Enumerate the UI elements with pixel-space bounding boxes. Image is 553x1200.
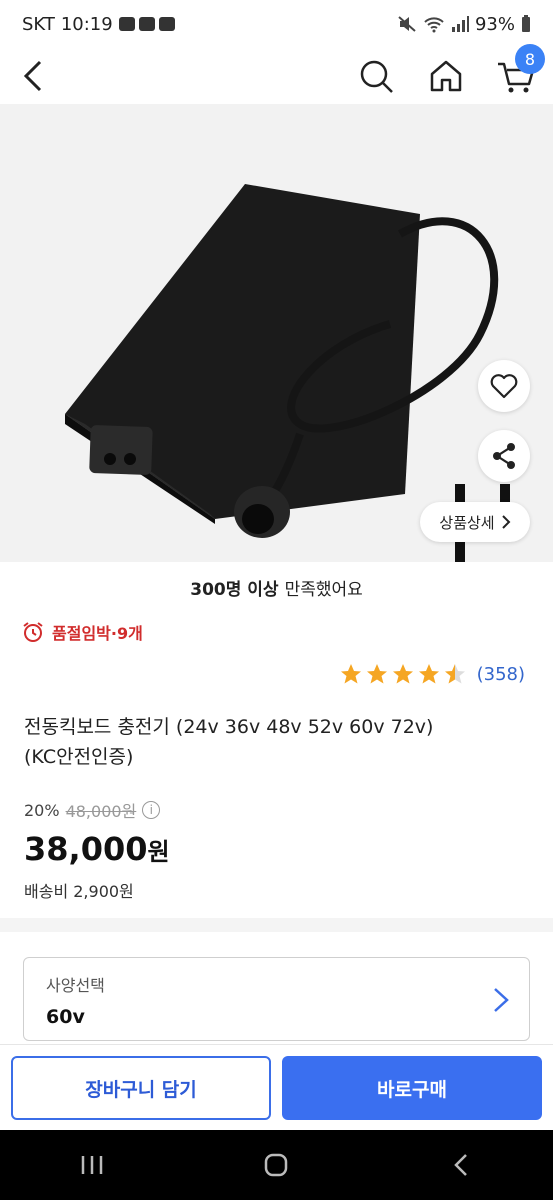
recent-apps-icon xyxy=(81,1156,103,1174)
sale-price-unit: 원 xyxy=(147,838,170,866)
add-to-cart-button[interactable]: 장바구니 담기 xyxy=(11,1056,271,1120)
product-title: 전동킥보드 충전기 (24v 36v 48v 52v 60v 72v) (KC안… xyxy=(24,712,524,772)
product-detail-button[interactable]: 상품상세 xyxy=(420,502,530,542)
status-left: SKT 10:19 xyxy=(22,14,175,35)
home-nav-button[interactable] xyxy=(256,1145,296,1185)
signal-icon xyxy=(451,16,469,32)
home-circle-icon xyxy=(265,1153,288,1177)
star-rating xyxy=(339,662,467,686)
recent-apps-button[interactable] xyxy=(72,1145,112,1185)
product-title-line2: (KC안전인증) xyxy=(24,746,134,768)
battery-percent: 93% xyxy=(474,13,515,35)
back-arrow-icon[interactable] xyxy=(18,56,50,96)
clock: 10:19 xyxy=(60,13,113,35)
satisfaction-count: 300명 이상 xyxy=(190,579,279,600)
carrier-label: SKT xyxy=(22,13,55,35)
buy-now-button[interactable]: 바로구매 xyxy=(282,1056,542,1120)
gallery-notification-icon xyxy=(118,17,135,31)
status-right: 93% xyxy=(397,14,531,35)
review-count-link[interactable]: (358) xyxy=(477,664,525,685)
half-star-icon xyxy=(444,664,465,684)
back-nav-button[interactable] xyxy=(441,1145,481,1185)
home-icon[interactable] xyxy=(426,56,466,96)
search-icon[interactable] xyxy=(356,56,396,96)
section-divider xyxy=(0,918,553,932)
status-bar: SKT 10:19 93% xyxy=(0,0,553,48)
star-icon xyxy=(340,664,361,684)
discount-row: 20% 48,000원 i xyxy=(24,798,170,822)
cart-count-badge: 8 xyxy=(515,44,545,74)
info-icon[interactable]: i xyxy=(142,801,161,819)
stock-alert: 품절임박·9개 xyxy=(22,620,143,644)
top-nav xyxy=(0,48,553,104)
talk-notification-icon xyxy=(138,17,155,31)
talk-notification-icon-2 xyxy=(158,17,175,31)
discount-rate: 20% xyxy=(24,800,60,820)
chevron-right-icon xyxy=(494,988,509,1012)
wifi-icon xyxy=(424,17,444,33)
product-image[interactable]: 상품상세 xyxy=(0,104,553,562)
star-icon xyxy=(418,664,439,684)
price-block: 20% 48,000원 i 38,000원 배송비 2,900원 xyxy=(24,798,170,902)
heart-icon xyxy=(490,374,518,399)
rating[interactable]: (358) xyxy=(339,662,525,686)
share-button[interactable] xyxy=(478,430,530,482)
notification-icons xyxy=(118,17,175,31)
option-label: 사양선택 xyxy=(46,976,105,995)
option-select[interactable]: 사양선택 60v xyxy=(23,957,530,1041)
bottom-action-bar: 장바구니 담기 바로구매 xyxy=(0,1044,553,1130)
star-icon xyxy=(392,664,413,684)
product-title-line1: 전동킥보드 충전기 (24v 36v 48v 52v 60v 72v) xyxy=(24,716,434,738)
sale-price-value: 38,000 xyxy=(24,830,148,868)
original-price: 48,000원 xyxy=(65,802,137,821)
stock-alert-text: 품절임박·9개 xyxy=(52,624,143,643)
star-icon xyxy=(366,664,387,684)
wishlist-button[interactable] xyxy=(478,360,530,412)
satisfaction-banner: 300명 이상 만족했어요 xyxy=(0,562,553,612)
alarm-clock-icon xyxy=(23,622,43,642)
share-icon xyxy=(493,443,515,469)
option-value: 60v xyxy=(46,1006,85,1028)
back-chevron-icon xyxy=(454,1154,467,1176)
satisfaction-text: 만족했어요 xyxy=(284,579,363,600)
battery-icon xyxy=(522,15,530,32)
system-nav-bar xyxy=(0,1130,553,1200)
shipping-fee: 배송비 2,900원 xyxy=(24,882,134,901)
mute-icon xyxy=(398,16,416,32)
charger-photo xyxy=(0,104,553,562)
product-detail-label: 상품상세 xyxy=(439,513,495,532)
sale-price: 38,000원 xyxy=(24,830,170,868)
chevron-right-icon xyxy=(501,515,511,529)
